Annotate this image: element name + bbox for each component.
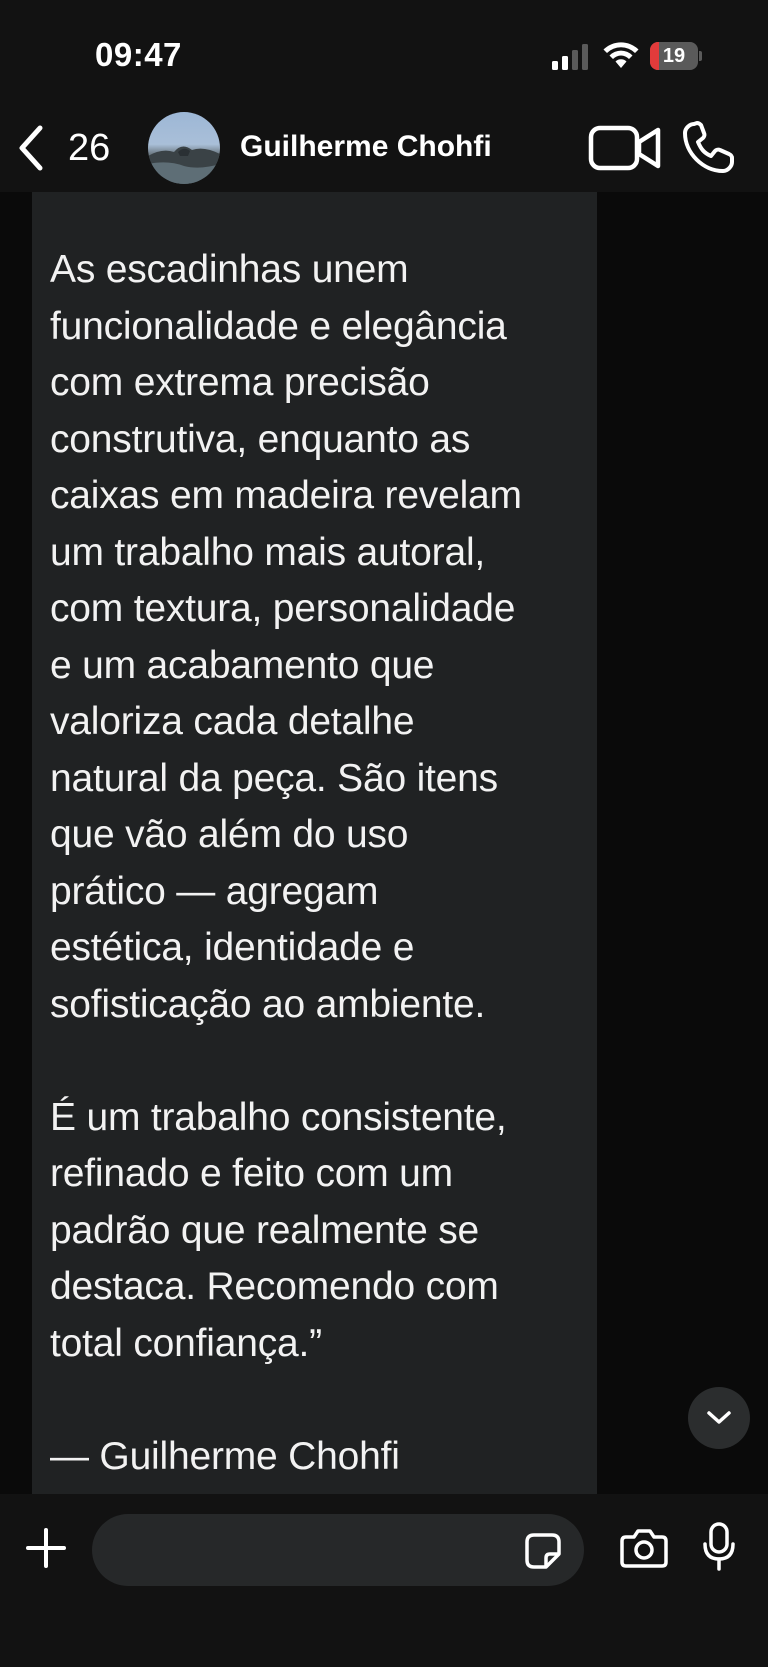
message-input-container[interactable]	[92, 1514, 584, 1586]
chat-screen: 09:47 19 26 Guilherme Chohfi As escadinh…	[0, 0, 768, 1667]
unread-count: 26	[68, 126, 111, 169]
message-line: que vão além do uso	[50, 813, 409, 856]
contact-name[interactable]: Guilherme Chohfi	[240, 130, 492, 164]
avatar[interactable]	[148, 112, 220, 184]
message-line: e um acabamento que	[50, 643, 435, 687]
microphone-icon[interactable]	[702, 1522, 736, 1572]
avatar-landscape-image	[148, 146, 220, 184]
status-bar: 09:47 19	[0, 0, 768, 108]
status-time: 09:47	[95, 36, 182, 73]
message-line: prático — agregam	[50, 869, 379, 913]
back-button[interactable]: 26	[16, 120, 126, 176]
wifi-icon	[603, 42, 639, 68]
message-input[interactable]	[116, 1514, 496, 1586]
message-line: com textura, personalidade	[50, 587, 516, 630]
message-composer	[0, 1494, 768, 1667]
battery-icon: 19	[650, 42, 702, 70]
message-line: total confiança.”	[50, 1321, 322, 1365]
scroll-to-bottom-button[interactable]	[688, 1387, 750, 1449]
message-line: destaca. Recomendo com	[50, 1265, 499, 1308]
message-line: construtiva, enquanto as	[50, 417, 471, 461]
video-camera-icon[interactable]	[588, 122, 662, 174]
sticker-icon[interactable]	[524, 1532, 562, 1570]
phone-icon[interactable]	[680, 120, 736, 176]
message-line: natural da peça. São itens	[50, 756, 498, 800]
message-line: caixas em madeira revelam	[50, 474, 522, 517]
battery-tip	[699, 51, 702, 61]
chevron-left-icon	[19, 125, 43, 171]
battery-body: 19	[650, 42, 698, 70]
chevron-down-icon	[707, 1411, 731, 1424]
message-line: padrão que realmente se	[50, 1208, 480, 1252]
message-line: um trabalho mais autoral,	[50, 530, 486, 574]
cellular-signal-icon	[552, 44, 588, 70]
message-line: É um trabalho consistente,	[50, 1095, 507, 1139]
chat-header: 26 Guilherme Chohfi	[0, 108, 768, 192]
camera-icon[interactable]	[620, 1528, 668, 1568]
message-line: estética, identidade e	[50, 926, 415, 969]
message-line: com extrema precisão	[50, 361, 430, 404]
message-bubble[interactable]: As escadinhas unem funcionalidade e eleg…	[32, 192, 597, 1494]
message-text: As escadinhas unem funcionalidade e eleg…	[50, 242, 590, 1485]
plus-icon[interactable]	[24, 1526, 68, 1570]
message-list[interactable]: As escadinhas unem funcionalidade e eleg…	[0, 192, 768, 1494]
battery-level: 19	[662, 45, 686, 67]
message-line: sofisticação ao ambiente.	[50, 982, 486, 1026]
message-line: As escadinhas unem	[50, 248, 409, 291]
message-line: funcionalidade e elegância	[50, 304, 507, 348]
message-signature: — Guilherme Chohfi	[50, 1434, 400, 1478]
message-line: refinado e feito com um	[50, 1152, 453, 1195]
message-line: valoriza cada detalhe	[50, 700, 415, 743]
